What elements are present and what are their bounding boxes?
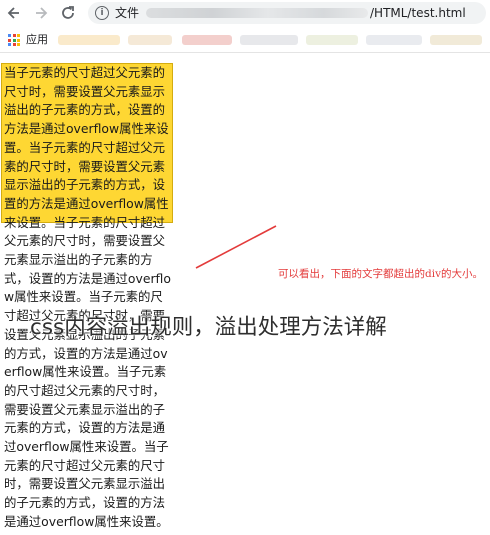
page-content: 当子元素的尺寸超过父元素的尺寸时，需要设置父元素显示溢出的子元素的方式，设置的方… xyxy=(0,53,490,535)
bookmark-blurred-2[interactable] xyxy=(128,35,172,45)
bookmark-blurred-7[interactable] xyxy=(430,35,482,45)
overlay-title: css内容溢出规则，溢出处理方法详解 xyxy=(30,315,387,340)
bookmark-blurred-3[interactable] xyxy=(182,35,232,45)
bookmark-blurred-5[interactable] xyxy=(306,35,358,45)
bookmark-blurred-4[interactable] xyxy=(240,35,298,45)
apps-label[interactable]: 应用 xyxy=(26,31,48,49)
apps-grid-icon[interactable] xyxy=(8,34,20,46)
browser-toolbar: i 文件 /HTML/test.html xyxy=(0,0,490,28)
bookmarks-bar: 应用 xyxy=(0,28,490,53)
info-circle-icon[interactable]: i xyxy=(95,6,109,20)
bookmark-blurred-1[interactable] xyxy=(58,35,120,45)
reload-icon[interactable] xyxy=(58,3,78,23)
forward-arrow-icon[interactable] xyxy=(31,3,51,23)
back-arrow-icon[interactable] xyxy=(4,3,24,23)
annotation-arrow-icon xyxy=(195,225,277,269)
address-bar[interactable]: i 文件 /HTML/test.html xyxy=(88,2,486,24)
bookmark-blurred-6[interactable] xyxy=(366,35,422,45)
address-path: /HTML/test.html xyxy=(370,6,466,20)
address-blurred-segment xyxy=(146,8,368,18)
address-scheme: 文件 xyxy=(115,6,140,20)
